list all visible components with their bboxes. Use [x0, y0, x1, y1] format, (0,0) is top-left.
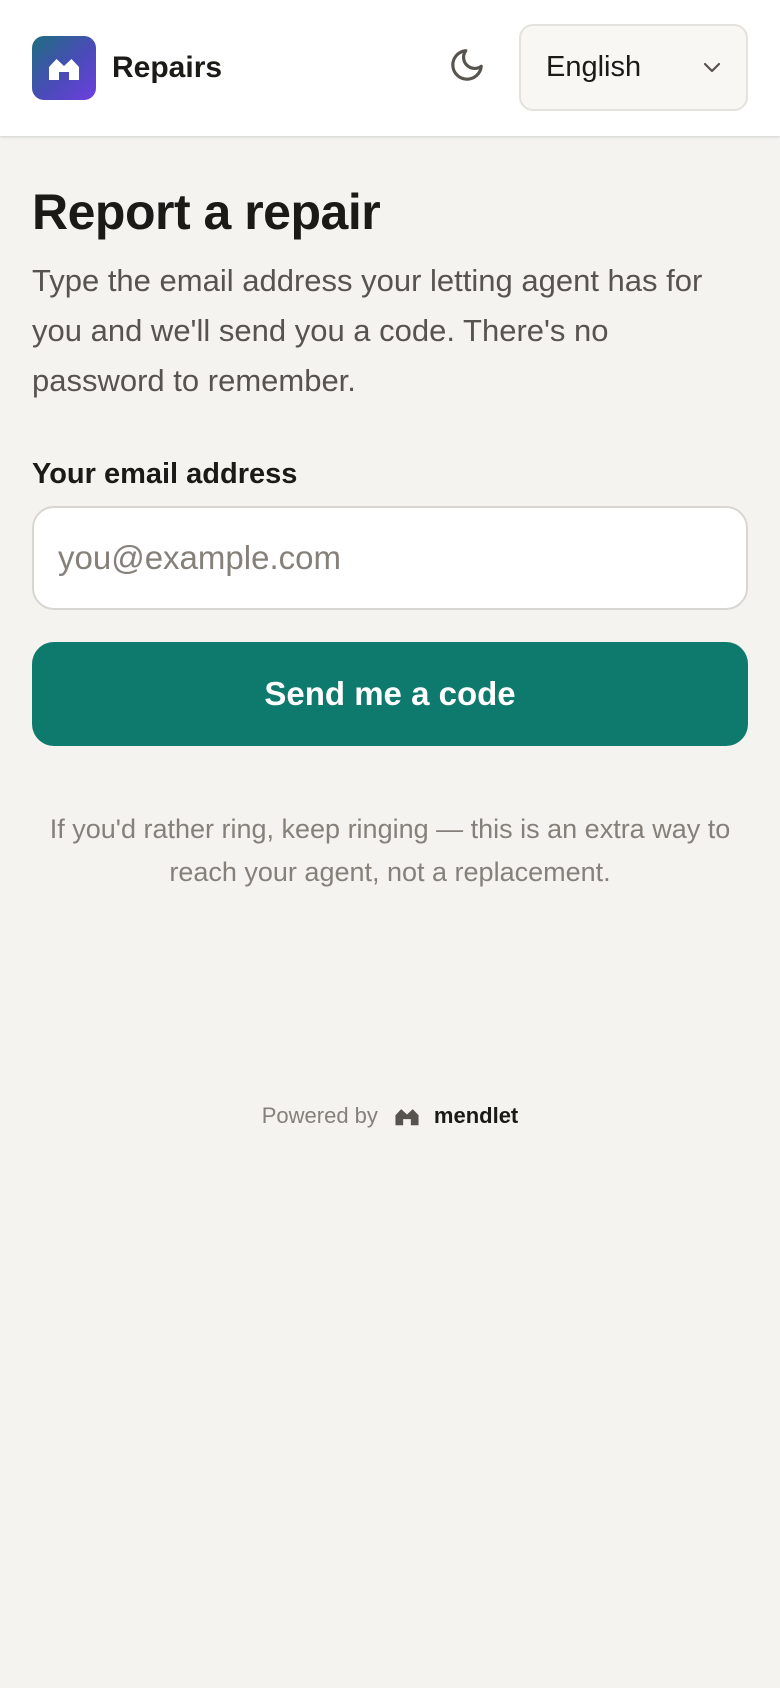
- send-code-button[interactable]: Send me a code: [32, 642, 748, 746]
- brand-name: Repairs: [112, 51, 223, 84]
- house-icon: [49, 59, 79, 80]
- moon-icon: [451, 49, 483, 81]
- chevron-down-icon: [703, 62, 721, 72]
- page-title: Report a repair: [32, 184, 381, 240]
- house-icon: [394, 1106, 420, 1126]
- intro-text: Type the email address your letting agen…: [32, 263, 703, 398]
- footer: Powered by mendlet: [0, 1100, 780, 1132]
- main-content: Report a repair Type the email address y…: [0, 136, 780, 894]
- email-input[interactable]: [32, 506, 748, 610]
- app-logo: [32, 36, 96, 100]
- language-select-value: English: [546, 51, 642, 83]
- powered-by-label: Powered by: [261, 1103, 378, 1128]
- app-header: Repairs English: [0, 0, 780, 136]
- phone-note: If you'd rather ring, keep ringing — thi…: [49, 814, 731, 887]
- theme-toggle-button[interactable]: [440, 38, 494, 92]
- email-label: Your email address: [32, 458, 298, 490]
- language-select[interactable]: English: [519, 24, 748, 111]
- footer-brand[interactable]: mendlet: [434, 1100, 518, 1132]
